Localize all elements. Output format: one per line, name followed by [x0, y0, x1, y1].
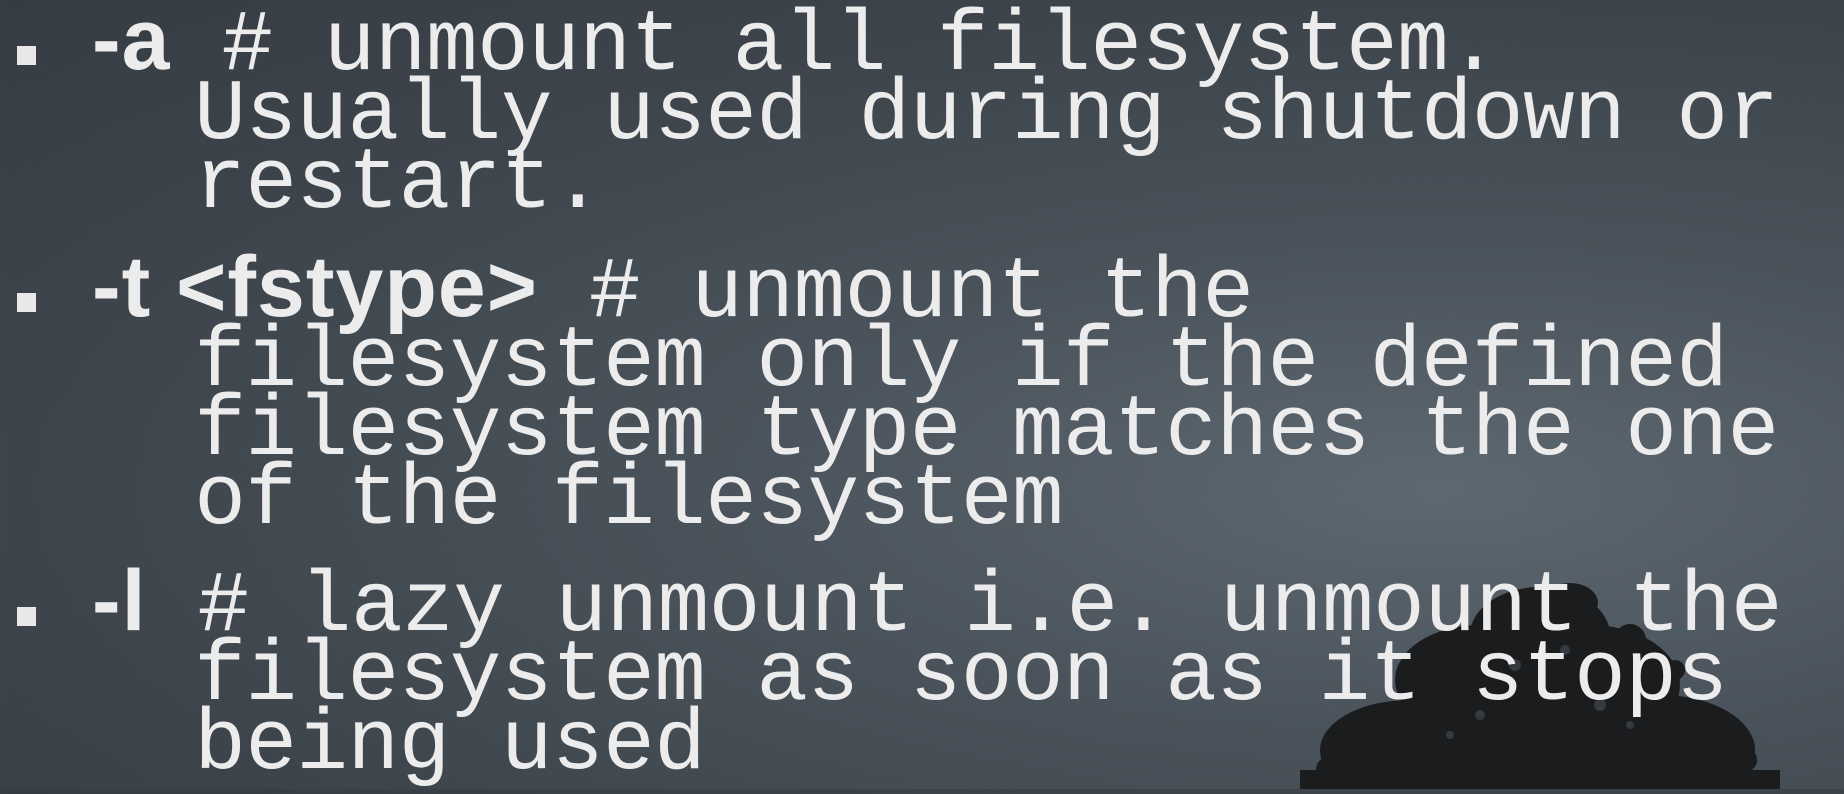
option-flag: -l — [92, 553, 147, 649]
option-line: restart. — [194, 135, 604, 233]
square-bullet-icon — [17, 293, 36, 312]
option-line: of the filesystem — [194, 451, 1064, 549]
option-description: -t <fstype> # unmount the filesystem onl… — [92, 244, 1842, 543]
option-description: -l # lazy unmount i.e. unmount the files… — [92, 558, 1842, 788]
square-bullet-icon — [17, 607, 36, 626]
square-bullet-icon — [17, 46, 36, 65]
option-flag: -a — [92, 0, 171, 88]
option-description: -a # unmount all filesystem. Usually use… — [92, 0, 1842, 227]
option-line: being used — [194, 696, 706, 794]
